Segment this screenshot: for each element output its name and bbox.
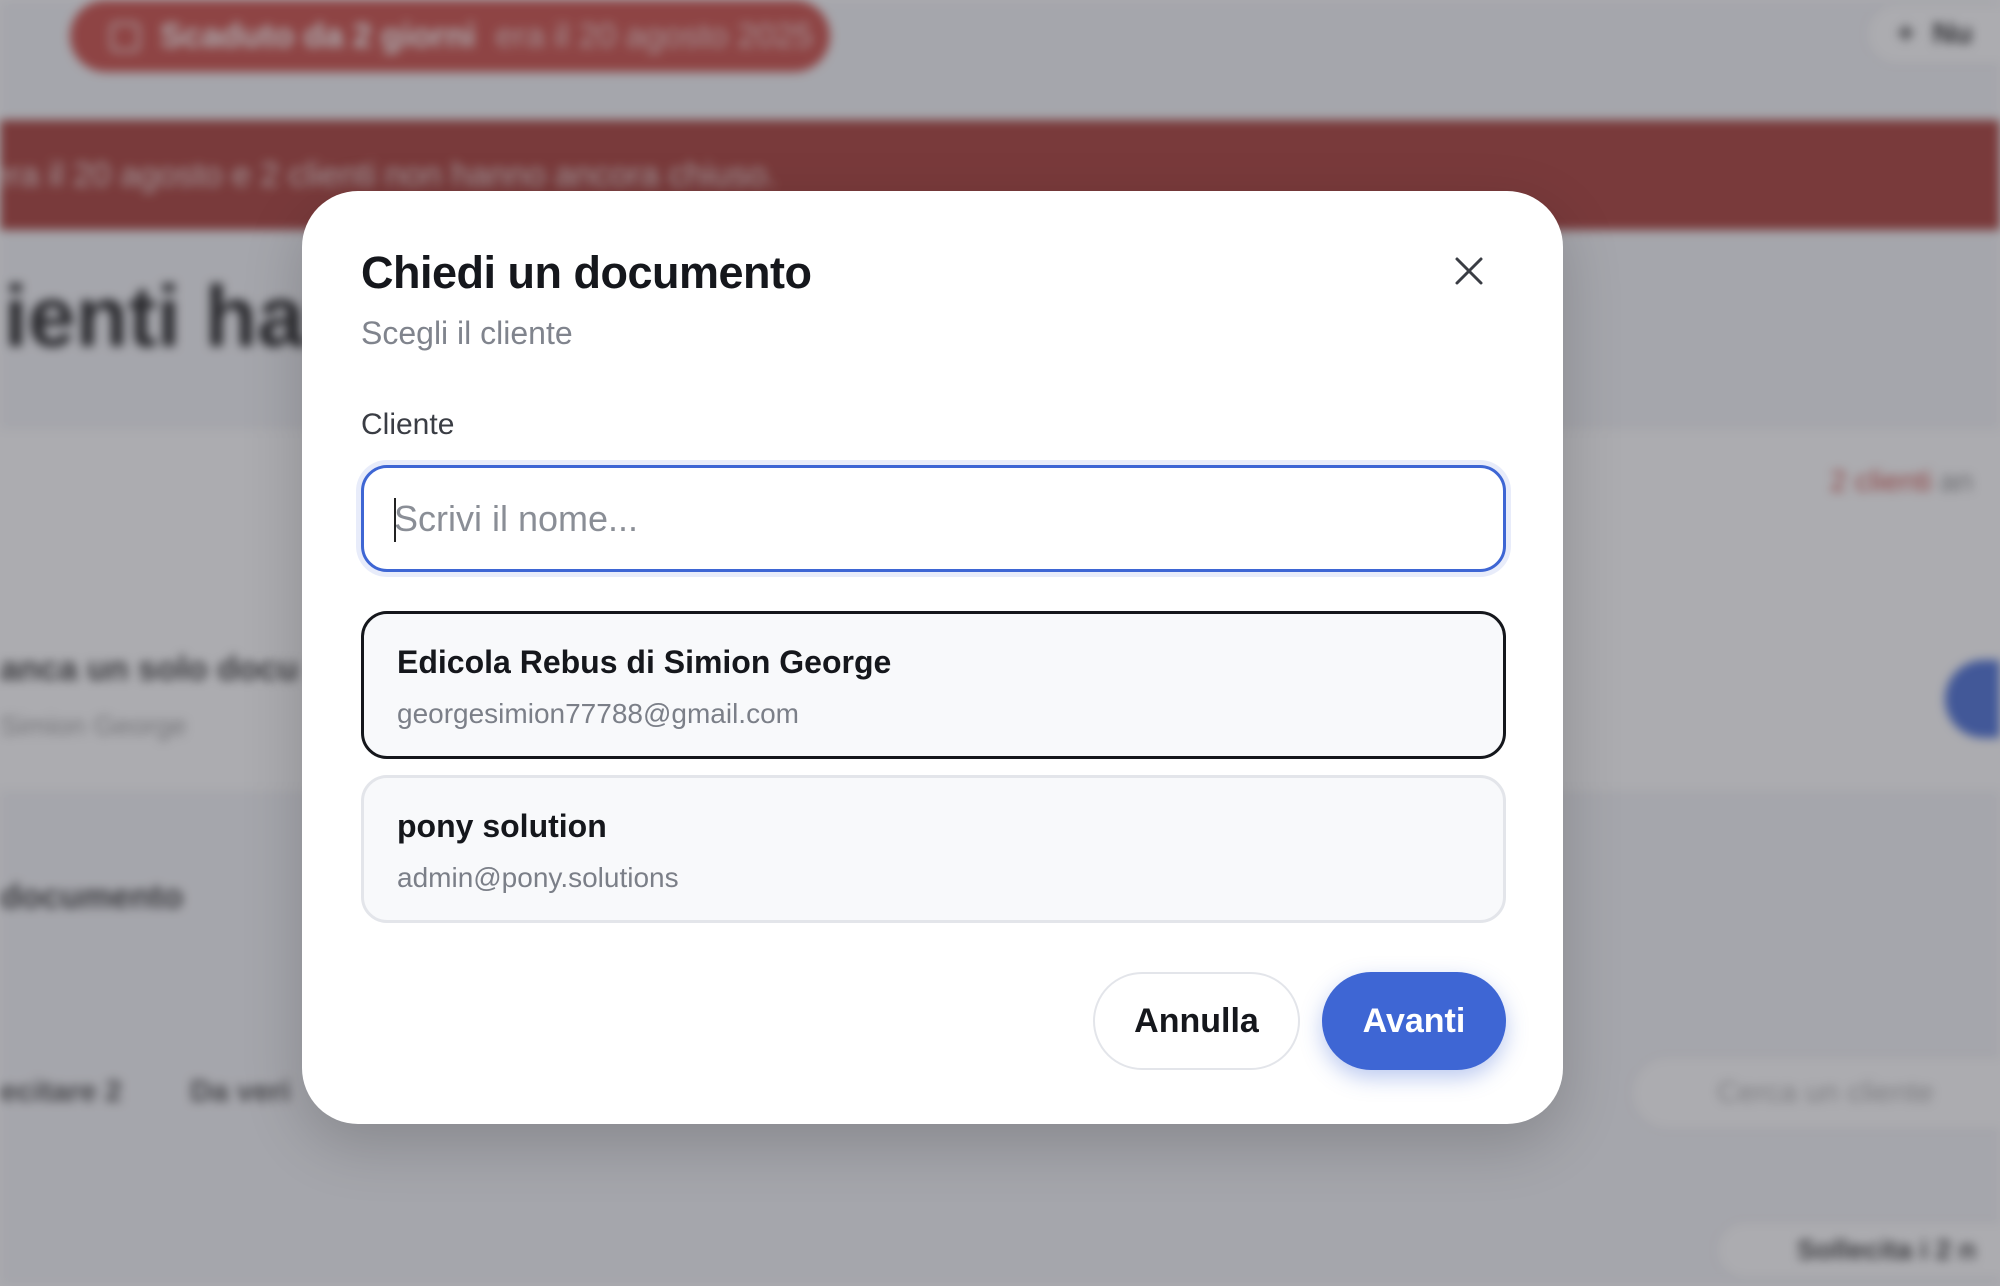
close-icon	[1455, 257, 1483, 285]
request-document-dialog: Chiedi un documento Scegli il cliente Cl…	[302, 191, 1563, 1124]
client-search-field[interactable]	[361, 465, 1506, 572]
client-name: Edicola Rebus di Simion George	[397, 644, 892, 680]
client-option-pony-solution[interactable]: pony solution admin@pony.solutions	[361, 775, 1506, 923]
text-caret	[394, 498, 396, 542]
close-button[interactable]	[1439, 241, 1499, 301]
next-button[interactable]: Avanti	[1322, 972, 1506, 1070]
dialog-subtitle: Scegli il cliente	[361, 315, 573, 351]
client-option-edicola-rebus[interactable]: Edicola Rebus di Simion George georgesim…	[361, 611, 1506, 759]
client-search-input[interactable]	[364, 468, 1503, 569]
client-email: admin@pony.solutions	[397, 862, 679, 893]
client-name: pony solution	[397, 808, 607, 844]
dialog-title: Chiedi un documento	[361, 247, 812, 298]
client-email: georgesimion77788@gmail.com	[397, 698, 799, 729]
client-field-label: Cliente	[361, 408, 455, 441]
cancel-button[interactable]: Annulla	[1093, 972, 1300, 1070]
